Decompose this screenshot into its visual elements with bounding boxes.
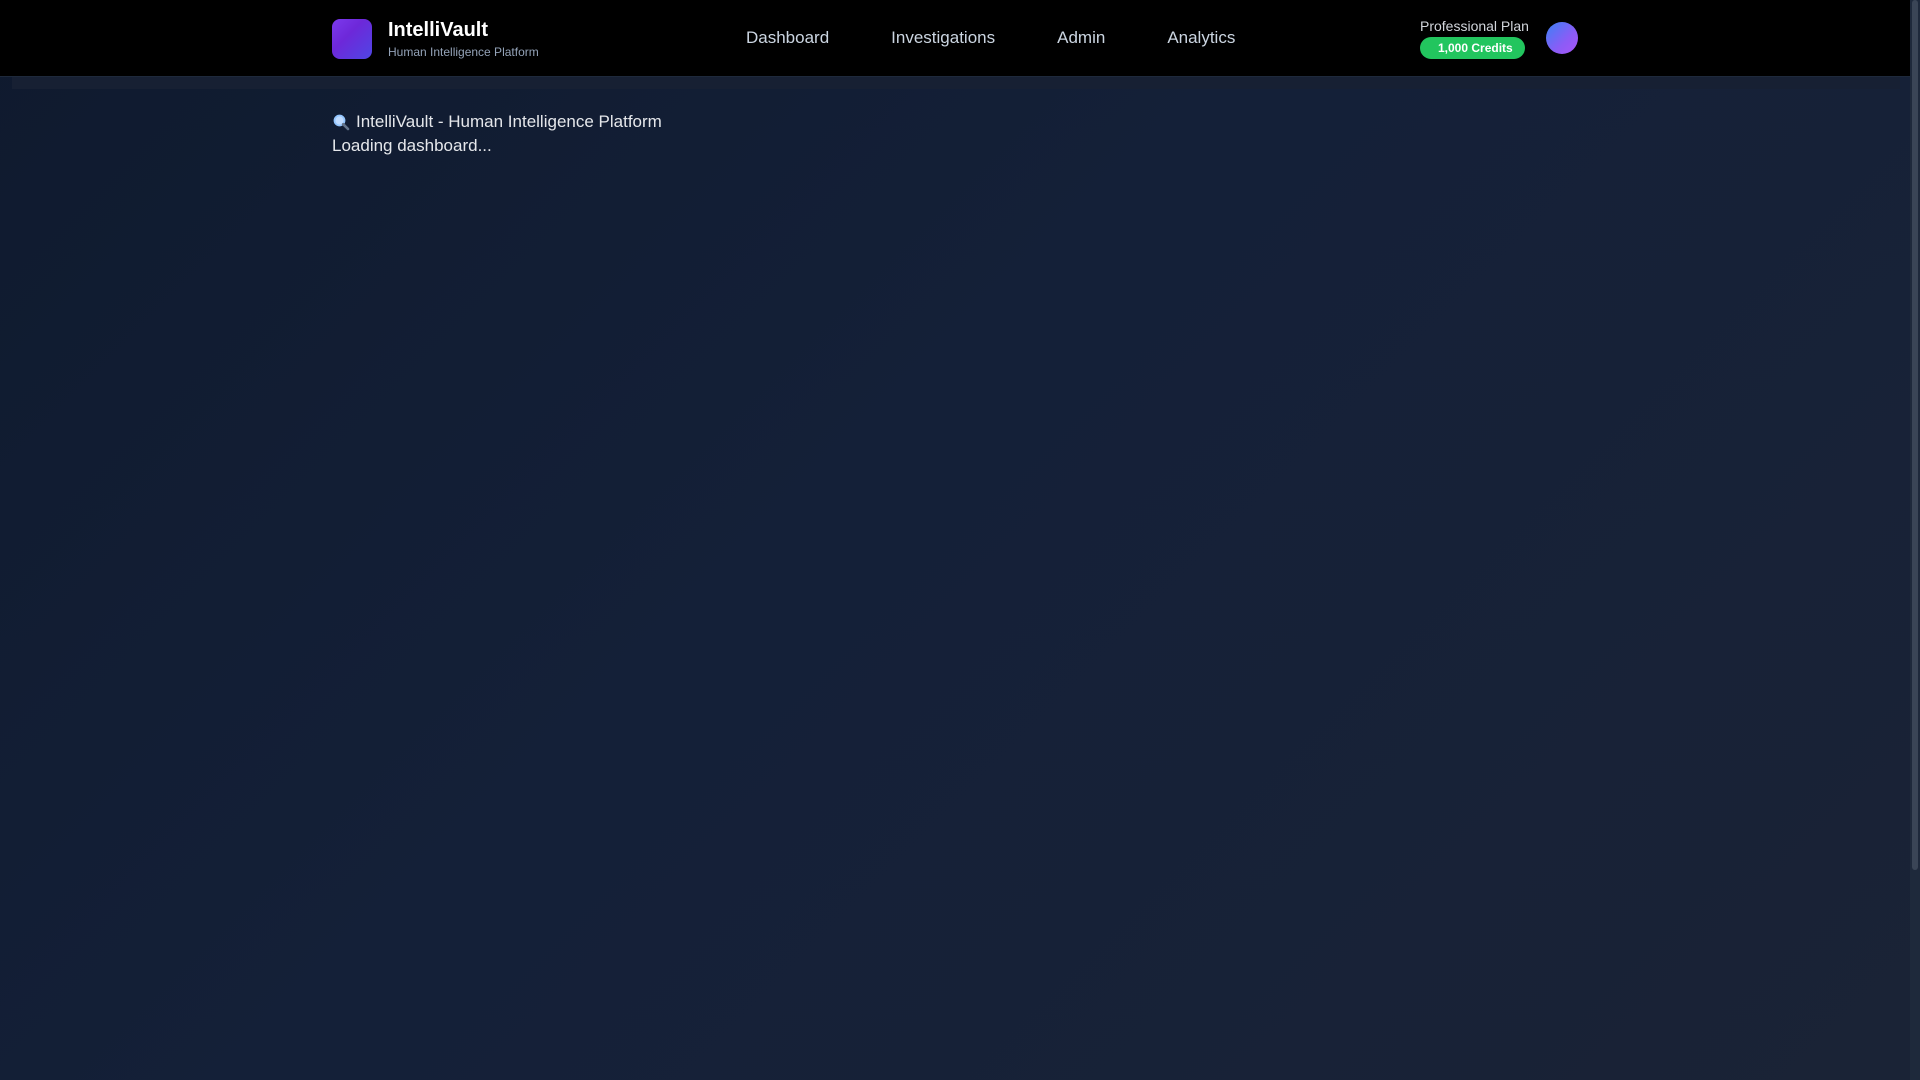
top-navigation-bar: IntelliVault Human Intelligence Platform… <box>0 0 1910 77</box>
user-area: Professional Plan 1,000 Credits <box>1420 17 1578 59</box>
sub-header-strip <box>12 77 1900 89</box>
main-nav: Dashboard Investigations Admin Analytics <box>746 27 1235 49</box>
nav-item-investigations[interactable]: Investigations <box>891 27 995 49</box>
plan-name: Professional Plan <box>1420 18 1529 34</box>
credits-badge: 1,000 Credits <box>1420 37 1525 59</box>
user-avatar[interactable] <box>1545 22 1578 54</box>
brand-name: IntelliVault <box>388 19 489 41</box>
loading-status: Loading dashboard... <box>332 136 492 155</box>
loading-title: IntelliVault - Human Intelligence Platfo… <box>332 110 662 134</box>
brand-text: IntelliVault Human Intelligence Platform <box>388 18 539 60</box>
nav-item-dashboard[interactable]: Dashboard <box>746 27 829 49</box>
search-icon <box>333 114 350 131</box>
page-title: IntelliVault - Human Intelligence Platfo… <box>356 112 662 131</box>
scrollbar-thumb[interactable] <box>1912 0 1918 870</box>
main-content: IntelliVault - Human Intelligence Platfo… <box>332 110 662 158</box>
vertical-scrollbar[interactable] <box>1910 0 1920 1080</box>
brand-logo-icon <box>332 19 372 59</box>
nav-item-admin[interactable]: Admin <box>1057 27 1105 49</box>
brand[interactable]: IntelliVault Human Intelligence Platform <box>332 18 539 60</box>
plan-info: Professional Plan 1,000 Credits <box>1420 17 1529 59</box>
nav-item-analytics[interactable]: Analytics <box>1167 27 1235 49</box>
brand-tagline: Human Intelligence Platform <box>388 45 539 59</box>
